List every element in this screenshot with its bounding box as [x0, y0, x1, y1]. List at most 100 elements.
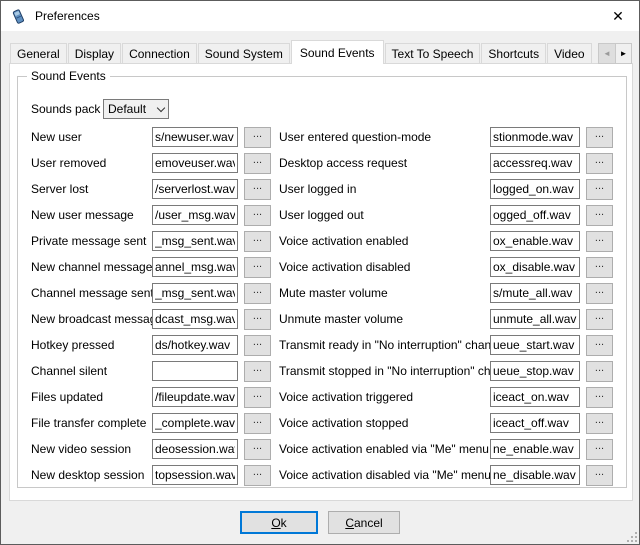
tab-sound-system[interactable]: Sound System	[198, 43, 290, 64]
sound-file-input[interactable]	[490, 283, 580, 303]
browse-button[interactable]: ...	[244, 413, 271, 434]
sounds-pack-row: Sounds pack Default	[31, 99, 613, 119]
browse-button[interactable]: ...	[244, 179, 271, 200]
sound-file-input[interactable]	[490, 465, 580, 485]
cancel-button[interactable]: Cancel	[328, 511, 400, 534]
browse-button[interactable]: ...	[586, 413, 613, 434]
browse-button[interactable]: ...	[586, 127, 613, 148]
sounds-pack-label: Sounds pack	[31, 102, 103, 116]
tab-scroll-left-icon[interactable]: ◄	[598, 43, 615, 64]
browse-button[interactable]: ...	[586, 153, 613, 174]
window-title: Preferences	[35, 9, 603, 23]
browse-button[interactable]: ...	[244, 231, 271, 252]
event-label: User logged out	[279, 208, 490, 222]
browse-button[interactable]: ...	[586, 283, 613, 304]
sound-file-input[interactable]	[152, 231, 238, 251]
tab-sound-events[interactable]: Sound Events	[291, 40, 384, 64]
dialog-buttons: Ok Cancel	[1, 511, 639, 534]
browse-button[interactable]: ...	[586, 335, 613, 356]
sound-file-input[interactable]	[490, 153, 580, 173]
event-label: Voice activation stopped	[279, 416, 490, 430]
sound-event-row: New desktop session...Voice activation d…	[31, 462, 613, 488]
sound-file-input[interactable]	[490, 309, 580, 329]
close-icon[interactable]: ✕	[603, 3, 633, 29]
browse-button[interactable]: ...	[586, 439, 613, 460]
event-label: Voice activation triggered	[279, 390, 490, 404]
sound-file-input[interactable]	[152, 205, 238, 225]
sound-file-input[interactable]	[490, 439, 580, 459]
sound-event-row: New user message...User logged out...	[31, 202, 613, 228]
ok-button[interactable]: Ok	[240, 511, 318, 534]
tab-shortcuts[interactable]: Shortcuts	[481, 43, 546, 64]
sound-file-input[interactable]	[490, 127, 580, 147]
browse-button[interactable]: ...	[244, 465, 271, 486]
sound-file-input[interactable]	[152, 153, 238, 173]
sound-file-input[interactable]	[152, 283, 238, 303]
event-label: New video session	[31, 442, 152, 456]
sound-file-input[interactable]	[490, 387, 580, 407]
sound-file-input[interactable]	[490, 231, 580, 251]
event-label: New user	[31, 130, 152, 144]
browse-button[interactable]: ...	[586, 257, 613, 278]
sounds-pack-select[interactable]: Default	[103, 99, 169, 119]
tab-general[interactable]: General	[10, 43, 67, 64]
browse-button[interactable]: ...	[244, 205, 271, 226]
sound-file-input[interactable]	[152, 413, 238, 433]
browse-button[interactable]: ...	[244, 335, 271, 356]
group-title: Sound Events	[27, 69, 110, 83]
browse-button[interactable]: ...	[586, 205, 613, 226]
sound-file-input[interactable]	[152, 439, 238, 459]
tab-connection[interactable]: Connection	[122, 43, 197, 64]
browse-button[interactable]: ...	[586, 361, 613, 382]
resize-grip[interactable]	[625, 530, 637, 542]
browse-button[interactable]: ...	[244, 257, 271, 278]
event-label: User logged in	[279, 182, 490, 196]
titlebar[interactable]: Preferences ✕	[1, 1, 639, 31]
sound-file-input[interactable]	[490, 179, 580, 199]
sound-file-input[interactable]	[490, 361, 580, 381]
event-label: Private message sent	[31, 234, 152, 248]
sound-file-input[interactable]	[152, 127, 238, 147]
tab-display[interactable]: Display	[68, 43, 121, 64]
sound-file-input[interactable]	[152, 335, 238, 355]
browse-button[interactable]: ...	[244, 283, 271, 304]
sound-file-input[interactable]	[152, 309, 238, 329]
tab-text-to-speech[interactable]: Text To Speech	[385, 43, 481, 64]
sound-events-group: Sound Events Sounds pack Default New use…	[17, 76, 627, 488]
sound-file-input[interactable]	[490, 257, 580, 277]
tab-video[interactable]: Video	[547, 43, 591, 64]
sound-event-row: Files updated... Voice activation trigger…	[31, 384, 613, 410]
sound-event-row: Hotkey pressed...Transmit ready in "No i…	[31, 332, 613, 358]
sounds-pack-value: Default	[108, 102, 158, 116]
sound-file-input[interactable]	[490, 205, 580, 225]
browse-button[interactable]: ...	[586, 231, 613, 252]
browse-button[interactable]: ...	[586, 179, 613, 200]
event-label: New broadcast message	[31, 312, 152, 326]
sound-file-input[interactable]	[152, 361, 238, 381]
sound-file-input[interactable]	[490, 413, 580, 433]
browse-button[interactable]: ...	[244, 153, 271, 174]
event-label: Unmute master volume	[279, 312, 490, 326]
event-label: File transfer complete	[31, 416, 152, 430]
event-label: Files updated	[31, 390, 152, 404]
sound-file-input[interactable]	[152, 387, 238, 407]
event-label: Voice activation disabled	[279, 260, 490, 274]
browse-button[interactable]: ...	[244, 127, 271, 148]
sound-file-input[interactable]	[152, 465, 238, 485]
sound-file-input[interactable]	[490, 335, 580, 355]
sound-event-row: File transfer complete... Voice activatio…	[31, 410, 613, 436]
browse-button[interactable]: ...	[586, 309, 613, 330]
browse-button[interactable]: ...	[586, 465, 613, 486]
sound-event-row: Channel message sent...Mute master volum…	[31, 280, 613, 306]
event-label: New desktop session	[31, 468, 152, 482]
browse-button[interactable]: ...	[586, 387, 613, 408]
sound-file-input[interactable]	[152, 179, 238, 199]
browse-button[interactable]: ...	[244, 439, 271, 460]
browse-button[interactable]: ...	[244, 361, 271, 382]
tab-scroll-right-icon[interactable]: ►	[615, 43, 632, 64]
sound-file-input[interactable]	[152, 257, 238, 277]
event-label: User entered question-mode	[279, 130, 490, 144]
event-label: Transmit stopped in "No interruption" ch…	[279, 364, 490, 378]
browse-button[interactable]: ...	[244, 387, 271, 408]
browse-button[interactable]: ...	[244, 309, 271, 330]
